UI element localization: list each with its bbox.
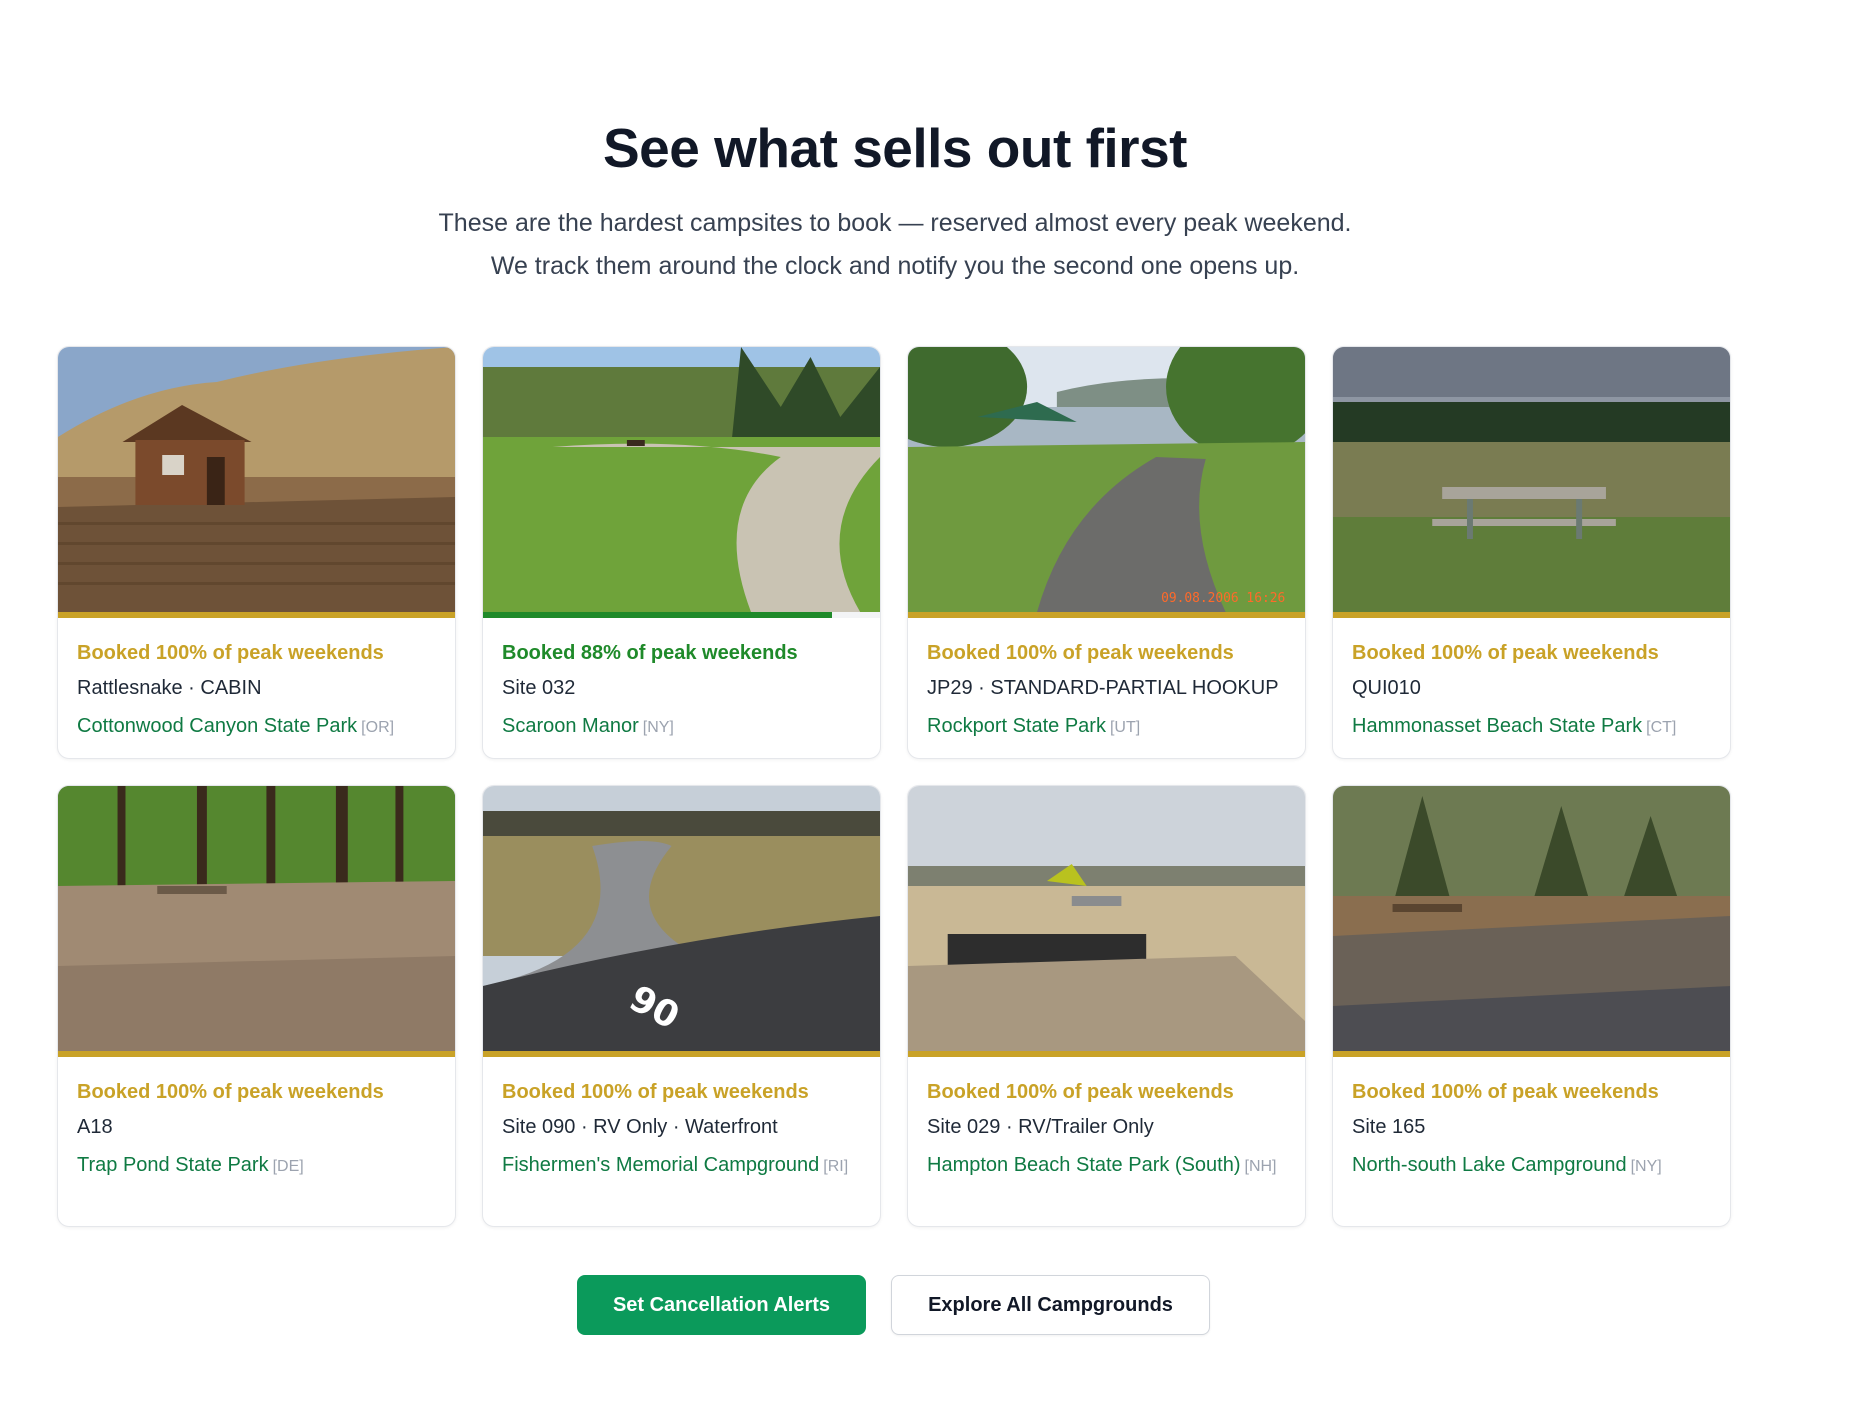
park-link[interactable]: North-south Lake Campground [1352, 1154, 1627, 1176]
booking-bar [58, 1051, 455, 1057]
booked-rate: Booked 100% of peak weekends [1352, 642, 1659, 664]
booking-bar-fill [483, 1051, 880, 1057]
subtitle-line-1: These are the hardest campsites to book … [438, 209, 1352, 237]
booking-bar [1333, 1051, 1730, 1057]
booking-bar [908, 1051, 1305, 1057]
booking-bar [908, 612, 1305, 618]
booking-bar [58, 612, 455, 618]
site-name: Rattlesnake · CABIN [77, 677, 262, 699]
site-name: JP29 · STANDARD-PARTIAL HOOKUP [927, 677, 1279, 699]
state-code: [NY] [642, 719, 674, 736]
site-name: Site 032 [502, 677, 576, 699]
cta-group: Set Cancellation Alerts Explore All Camp… [577, 1275, 1210, 1335]
park-name-row: Hammonasset Beach State Park [CT] [1352, 711, 1712, 743]
booked-rate: Booked 100% of peak weekends [1352, 1081, 1659, 1103]
explore-campgrounds-button[interactable]: Explore All Campgrounds [891, 1275, 1210, 1335]
park-link[interactable]: Hammonasset Beach State Park [1352, 715, 1642, 737]
booked-rate: Booked 88% of peak weekends [502, 642, 798, 664]
campsite-card[interactable]: Booked 100% of peak weekends Site 029 · … [907, 785, 1306, 1227]
section-title: See what sells out first [602, 117, 1188, 179]
site-name: QUI010 [1352, 677, 1421, 699]
campsite-photo [908, 786, 1305, 1051]
site-name: A18 [77, 1116, 113, 1138]
campsite-photo [58, 347, 455, 612]
state-code: [UT] [1109, 719, 1141, 736]
booked-rate: Booked 100% of peak weekends [502, 1081, 809, 1103]
booking-bar-fill [483, 612, 833, 618]
campsite-card[interactable]: Booked 100% of peak weekends A18 Trap Po… [57, 785, 456, 1227]
campsite-card[interactable]: Booked 100% of peak weekends QUI010 Hamm… [1332, 346, 1731, 759]
park-name-row: Scaroon Manor [NY] [502, 711, 862, 743]
site-name: Site 029 · RV/Trailer Only [927, 1116, 1154, 1138]
booking-bar [483, 612, 880, 618]
booked-rate: Booked 100% of peak weekends [77, 642, 384, 664]
page: See what sells out first These are the h… [0, 0, 1857, 1405]
campsite-photo [1333, 786, 1730, 1051]
state-code: [DE] [272, 1158, 304, 1175]
park-name-row: Trap Pond State Park [DE] [77, 1150, 437, 1182]
booking-bar [483, 1051, 880, 1057]
park-name-row: Fishermen's Memorial Campground [RI] [502, 1150, 862, 1182]
booking-bar-fill [1333, 612, 1730, 618]
park-name-row: Hampton Beach State Park (South) [NH] [927, 1150, 1287, 1182]
campsite-card[interactable]: 90 Booked 100% of peak weekends Site 090… [482, 785, 881, 1227]
campsite-photo [483, 347, 880, 612]
park-link[interactable]: Fishermen's Memorial Campground [502, 1154, 819, 1176]
park-link[interactable]: Rockport State Park [927, 715, 1106, 737]
booking-bar-fill [1333, 1051, 1730, 1057]
booking-bar [1333, 612, 1730, 618]
booking-bar-fill [58, 1051, 455, 1057]
booked-rate: Booked 100% of peak weekends [77, 1081, 384, 1103]
campsite-photo [1333, 347, 1730, 612]
campsite-card[interactable]: 09.08.2006 16:26 Booked 100% of peak wee… [907, 346, 1306, 759]
booking-bar-fill [58, 612, 455, 618]
photo-timestamp: 09.08.2006 16:26 [1161, 591, 1285, 606]
campsite-grid: Booked 100% of peak weekends Rattlesnake… [57, 346, 1733, 1227]
park-link[interactable]: Hampton Beach State Park (South) [927, 1154, 1241, 1176]
booked-rate: Booked 100% of peak weekends [927, 642, 1234, 664]
campsite-photo: 90 [483, 786, 880, 1051]
campsite-card[interactable]: Booked 88% of peak weekends Site 032 Sca… [482, 346, 881, 759]
park-name-row: Cottonwood Canyon State Park [OR] [77, 711, 437, 743]
site-name: Site 165 [1352, 1116, 1426, 1138]
campsite-photo: 09.08.2006 16:26 [908, 347, 1305, 612]
campsite-card[interactable]: Booked 100% of peak weekends Rattlesnake… [57, 346, 456, 759]
state-code: [NH] [1244, 1158, 1277, 1175]
subtitle-line-2: We track them around the clock and notif… [490, 252, 1300, 280]
set-cancellation-alerts-button[interactable]: Set Cancellation Alerts [577, 1275, 866, 1335]
campsite-card[interactable]: Booked 100% of peak weekends Site 165 No… [1332, 785, 1731, 1227]
campsite-photo [58, 786, 455, 1051]
booked-rate: Booked 100% of peak weekends [927, 1081, 1234, 1103]
booking-bar-fill [908, 612, 1305, 618]
park-link[interactable]: Cottonwood Canyon State Park [77, 715, 357, 737]
state-code: [OR] [361, 719, 395, 736]
state-code: [CT] [1646, 719, 1677, 736]
state-code: [NY] [1630, 1158, 1662, 1175]
park-name-row: Rockport State Park [UT] [927, 711, 1287, 743]
state-code: [RI] [823, 1158, 849, 1175]
park-link[interactable]: Trap Pond State Park [77, 1154, 269, 1176]
section-subtitle: These are the hardest campsites to book … [0, 202, 1790, 288]
park-name-row: North-south Lake Campground [NY] [1352, 1150, 1712, 1182]
park-link[interactable]: Scaroon Manor [502, 715, 639, 737]
booking-bar-fill [908, 1051, 1305, 1057]
site-name: Site 090 · RV Only · Waterfront [502, 1116, 778, 1138]
